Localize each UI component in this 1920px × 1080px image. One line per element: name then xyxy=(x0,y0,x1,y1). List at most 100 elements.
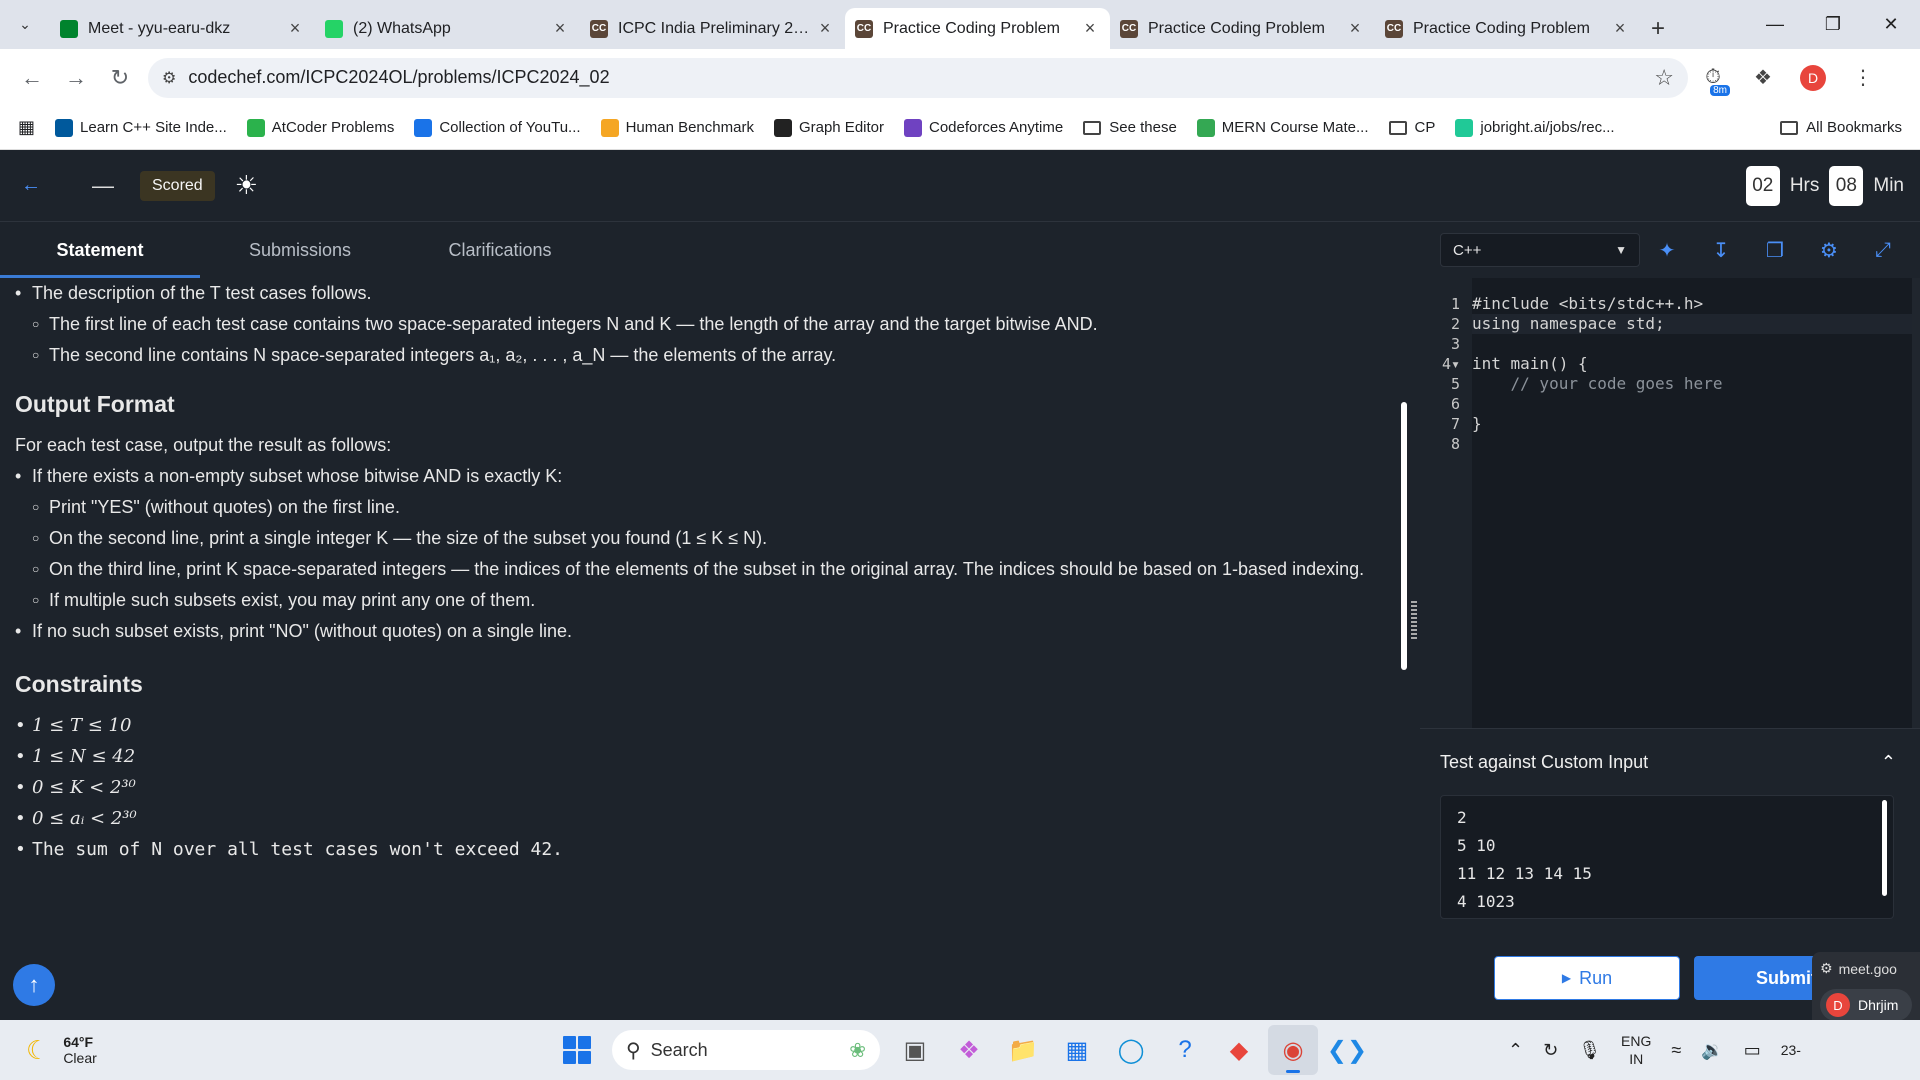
bookmark-item[interactable]: Human Benchmark xyxy=(600,118,754,137)
theme-sun-icon[interactable]: ☀ xyxy=(235,170,258,201)
bookmark-item[interactable]: MERN Course Mate... xyxy=(1196,118,1369,137)
clock-date[interactable]: 23- xyxy=(1781,1042,1801,1058)
editor-scrollbar[interactable] xyxy=(1912,278,1920,728)
code-editor[interactable]: 1 2 3 4▾ 5 6 7 8 #include <bits/stdc++.h>… xyxy=(1420,278,1920,728)
site-settings-icon[interactable]: ⚙ xyxy=(162,68,176,88)
bookmark-item[interactable]: See these xyxy=(1083,119,1177,136)
tab-clarifications[interactable]: Clarifications xyxy=(400,222,600,278)
bookmark-item[interactable]: Graph Editor xyxy=(773,118,884,137)
code-line[interactable]: int main() { xyxy=(1472,354,1920,374)
browser-tab[interactable]: CC Practice Coding Problem × xyxy=(1110,8,1375,49)
sync-icon[interactable]: ↻ xyxy=(1543,1040,1558,1061)
scroll-top-arrow-icon[interactable]: ↑ xyxy=(13,964,55,1006)
wifi-icon[interactable]: ≈ xyxy=(1671,1040,1681,1061)
extension-timer-icon[interactable]: ⏱ 8m xyxy=(1688,58,1738,98)
all-bookmarks-button[interactable]: All Bookmarks xyxy=(1780,119,1902,136)
statement-list-item: If no such subset exists, print "NO" (wi… xyxy=(15,616,1393,647)
copy-icon[interactable]: ❐ xyxy=(1748,238,1802,263)
task-view-icon[interactable]: ▣ xyxy=(890,1025,940,1075)
bookmark-item[interactable]: Learn C++ Site Inde... xyxy=(55,118,227,137)
bookmark-label: Human Benchmark xyxy=(625,119,754,136)
bookmark-item[interactable]: Collection of YouTu... xyxy=(414,118,581,137)
custom-input-header[interactable]: Test against Custom Input ⌃ xyxy=(1440,729,1900,795)
tab-close-icon[interactable]: × xyxy=(1080,18,1100,39)
forward-arrow-icon[interactable]: → xyxy=(54,58,98,98)
microphone-icon[interactable]: 🎙 xyxy=(1578,1040,1601,1061)
run-button[interactable]: ▶ Run xyxy=(1494,956,1680,1000)
code-line[interactable]: } xyxy=(1472,414,1920,434)
tab-search-chevron-icon[interactable]: ⌄ xyxy=(0,0,50,49)
extensions-puzzle-icon[interactable]: ❖ xyxy=(1738,58,1788,98)
collapse-dash-icon[interactable]: — xyxy=(92,173,114,199)
panel-resize-handle[interactable] xyxy=(1408,222,1420,1020)
close-window-button[interactable]: ✕ xyxy=(1862,0,1920,49)
magic-wand-icon[interactable]: ✦ xyxy=(1640,238,1694,263)
chrome-icon[interactable]: ◉ xyxy=(1268,1025,1318,1075)
url-field[interactable]: ⚙ codechef.com/ICPC2024OL/problems/ICPC2… xyxy=(148,57,1688,98)
settings-gear-icon[interactable]: ⚙ xyxy=(1802,238,1856,263)
browser-tab[interactable]: Meet - yyu-earu-dkz × xyxy=(50,8,315,49)
code-line[interactable] xyxy=(1472,334,1920,354)
code-line[interactable]: // your code goes here xyxy=(1472,374,1920,394)
battery-icon[interactable]: ▭ xyxy=(1744,1040,1761,1061)
back-icon[interactable]: ← xyxy=(16,171,46,201)
input-format-list: The description of the T test cases foll… xyxy=(15,278,1393,371)
code-area[interactable]: #include <bits/stdc++.h> using namespace … xyxy=(1472,278,1920,728)
bookmark-item[interactable]: Codeforces Anytime xyxy=(904,118,1063,137)
tab-close-icon[interactable]: × xyxy=(1610,18,1630,39)
expand-icon[interactable]: ⤢ xyxy=(1856,239,1910,262)
browser-menu-icon[interactable]: ⋮ xyxy=(1838,58,1888,98)
code-line[interactable] xyxy=(1472,434,1920,454)
language-select[interactable]: C++ ▼ xyxy=(1440,233,1640,267)
tab-close-icon[interactable]: × xyxy=(285,18,305,39)
edge-icon[interactable]: ◯ xyxy=(1106,1025,1156,1075)
file-explorer-icon[interactable]: 📁 xyxy=(998,1025,1048,1075)
weather-widget[interactable]: ☾ 64°F Clear xyxy=(26,1034,97,1066)
bolt-icon xyxy=(600,118,619,137)
statement-list-item: If there exists a non-empty subset whose… xyxy=(15,461,1393,492)
bookmark-item[interactable]: jobright.ai/jobs/rec... xyxy=(1455,118,1615,137)
tab-statement[interactable]: Statement xyxy=(0,222,200,278)
taskbar-search[interactable]: ⚲ Search ❀ xyxy=(612,1030,880,1070)
tab-close-icon[interactable]: × xyxy=(815,18,835,39)
tab-submissions[interactable]: Submissions xyxy=(200,222,400,278)
reload-icon[interactable]: ↻ xyxy=(98,58,142,98)
bookmark-item[interactable]: AtCoder Problems xyxy=(246,118,394,137)
copilot-icon[interactable]: ❖ xyxy=(944,1025,994,1075)
custom-input-scrollbar[interactable] xyxy=(1882,800,1887,896)
tray-overflow-chevron-icon[interactable]: ⌃ xyxy=(1508,1040,1523,1061)
statement-scrollbar[interactable] xyxy=(1401,402,1407,670)
statement-list-item: Print "YES" (without quotes) on the firs… xyxy=(15,492,1393,523)
download-icon[interactable]: ↧ xyxy=(1694,238,1748,263)
browser-tab[interactable]: CC Practice Coding Problem × xyxy=(1375,8,1640,49)
restore-button[interactable]: ❐ xyxy=(1804,0,1862,49)
bookmark-item[interactable]: CP xyxy=(1388,119,1435,136)
start-windows-icon[interactable] xyxy=(552,1025,602,1075)
tab-title: (2) WhatsApp xyxy=(353,19,451,37)
store-icon[interactable]: ▦ xyxy=(1052,1025,1102,1075)
profile-avatar[interactable]: D xyxy=(1800,64,1826,91)
contest-timer: 02 Hrs 08 Min xyxy=(1745,165,1904,206)
code-line[interactable]: using namespace std; xyxy=(1472,314,1920,334)
volume-icon[interactable]: 🔉 xyxy=(1701,1040,1723,1061)
vscode-icon[interactable]: ❮❯ xyxy=(1322,1025,1372,1075)
url-text[interactable]: codechef.com/ICPC2024OL/problems/ICPC202… xyxy=(188,67,1654,88)
chevron-up-icon[interactable]: ⌃ xyxy=(1881,752,1896,773)
tab-close-icon[interactable]: × xyxy=(1345,18,1365,39)
browser-tab[interactable]: CC Practice Coding Problem × xyxy=(845,8,1110,49)
git-icon[interactable]: ◆ xyxy=(1214,1025,1264,1075)
minimize-button[interactable]: — xyxy=(1746,0,1804,49)
custom-input-textarea[interactable]: 2 5 10 11 12 13 14 15 4 1023 xyxy=(1440,795,1894,919)
tab-close-icon[interactable]: × xyxy=(550,18,570,39)
new-tab-button[interactable]: + xyxy=(1640,8,1676,49)
bookmark-star-icon[interactable]: ☆ xyxy=(1654,65,1674,91)
code-line[interactable] xyxy=(1472,394,1920,414)
apps-grid-icon[interactable]: ▦ xyxy=(18,117,35,138)
browser-tab[interactable]: CC ICPC India Preliminary 2024 × xyxy=(580,8,845,49)
input-language[interactable]: ENG IN xyxy=(1621,1032,1651,1068)
help-icon[interactable]: ? xyxy=(1160,1025,1210,1075)
back-arrow-icon[interactable]: ← xyxy=(10,58,54,98)
code-line[interactable]: #include <bits/stdc++.h> xyxy=(1472,294,1920,314)
browser-tab[interactable]: (2) WhatsApp × xyxy=(315,8,580,49)
system-tray: ⌃ ↻ 🎙 ENG IN ≈ 🔉 ▭ 23- xyxy=(1508,1020,1801,1080)
